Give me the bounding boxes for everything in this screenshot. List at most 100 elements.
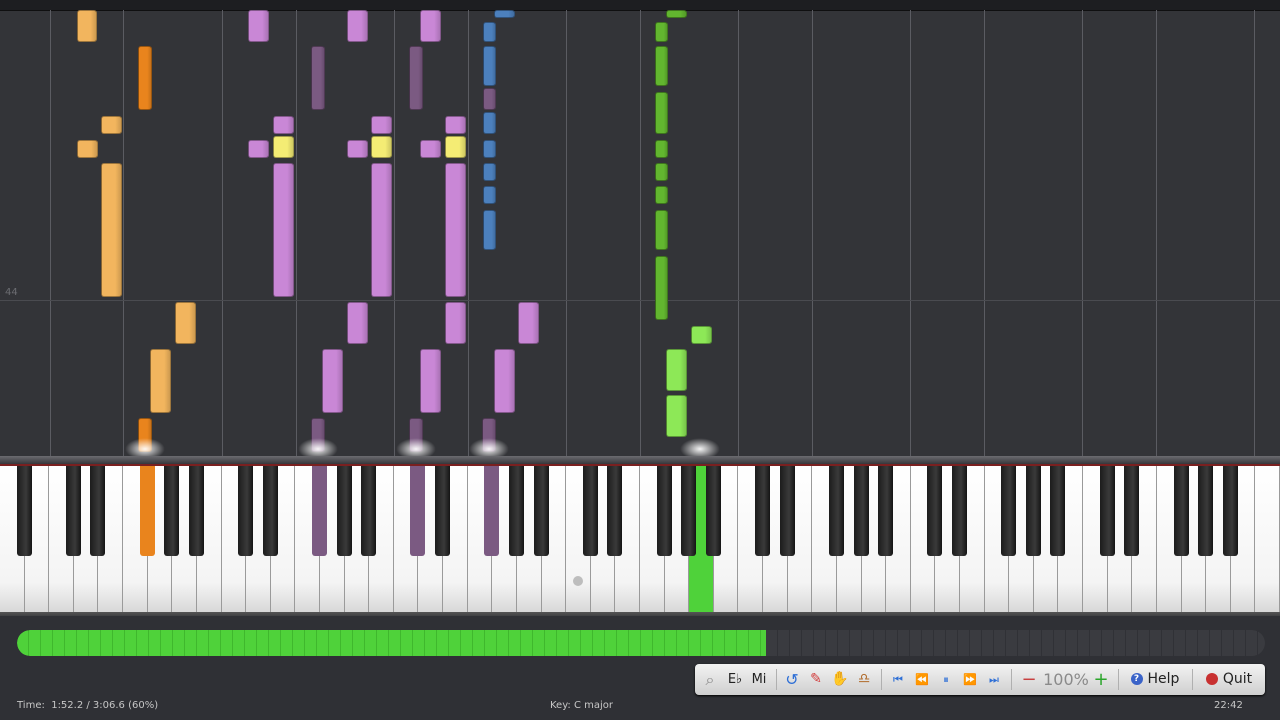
black-key[interactable]: [705, 466, 721, 556]
falling-note: [666, 395, 687, 437]
falling-note: [655, 92, 668, 134]
black-key[interactable]: [779, 466, 795, 556]
falling-note: [483, 22, 496, 42]
keyboard-marker-dot: [573, 576, 583, 586]
falling-note: [311, 46, 325, 110]
grid-line: [1156, 10, 1157, 456]
black-key[interactable]: [656, 466, 672, 556]
falling-note: [691, 326, 712, 344]
grid-line: [296, 10, 297, 456]
rewind-button[interactable]: ⏪: [911, 664, 933, 695]
falling-note: [483, 210, 496, 250]
falling-note: [101, 163, 122, 297]
grid-line: [910, 10, 911, 456]
pressed-black-key[interactable]: [410, 466, 426, 556]
grid-line: [1254, 10, 1255, 456]
black-key[interactable]: [16, 466, 32, 556]
black-key[interactable]: [828, 466, 844, 556]
black-key[interactable]: [336, 466, 352, 556]
piano-keyboard[interactable]: [0, 466, 1280, 614]
pressed-black-key[interactable]: [484, 466, 500, 556]
falling-note: [483, 112, 496, 134]
falling-note: [409, 46, 423, 110]
black-key[interactable]: [607, 466, 623, 556]
quit-label: Quit: [1222, 671, 1253, 687]
falling-note: [445, 163, 466, 297]
pressed-black-key[interactable]: [312, 466, 327, 556]
black-key[interactable]: [927, 466, 943, 556]
falling-note: [273, 116, 294, 134]
black-key[interactable]: [582, 466, 598, 556]
hand-icon[interactable]: ✋: [829, 664, 851, 695]
falling-note: [371, 136, 392, 158]
falling-note: [420, 140, 441, 158]
falling-note: [445, 136, 466, 158]
falling-note: [420, 349, 441, 413]
note-names-button[interactable]: Mi: [747, 664, 771, 695]
black-key[interactable]: [65, 466, 81, 556]
black-key[interactable]: [361, 466, 377, 556]
black-key[interactable]: [164, 466, 180, 556]
help-button[interactable]: ? Help: [1125, 664, 1185, 695]
black-key[interactable]: [508, 466, 524, 556]
skip-start-button[interactable]: ⏮: [887, 664, 909, 695]
measure-line: [0, 300, 1280, 301]
skip-end-button[interactable]: ⏭: [983, 664, 1005, 695]
falling-note: [494, 10, 515, 18]
black-key[interactable]: [1198, 466, 1214, 556]
falling-note: [322, 349, 343, 413]
black-key[interactable]: [952, 466, 967, 556]
speed-increase-button[interactable]: +: [1091, 664, 1111, 695]
black-key[interactable]: [1001, 466, 1017, 556]
black-key[interactable]: [262, 466, 278, 556]
pencil-icon[interactable]: ✎: [805, 664, 827, 695]
falling-note: [483, 88, 496, 110]
grid-line: [468, 10, 469, 456]
falling-note: [138, 46, 152, 110]
black-key[interactable]: [755, 466, 771, 556]
falling-note: [77, 140, 98, 158]
black-key[interactable]: [1173, 466, 1189, 556]
falling-note: [666, 10, 687, 18]
black-key[interactable]: [238, 466, 254, 556]
black-key[interactable]: [435, 466, 451, 556]
song-progress-fill: [17, 630, 766, 656]
falling-note: [655, 256, 668, 320]
pressed-black-key[interactable]: [139, 466, 155, 556]
black-key[interactable]: [1025, 466, 1041, 556]
black-key[interactable]: [1124, 466, 1140, 556]
grid-line: [566, 10, 567, 456]
metronome-icon[interactable]: ♎: [853, 664, 875, 695]
grid-line: [738, 10, 739, 456]
black-key[interactable]: [853, 466, 869, 556]
falling-note: [248, 140, 269, 158]
song-progress-bar[interactable]: [17, 630, 1265, 656]
black-key[interactable]: [1222, 466, 1238, 556]
black-key[interactable]: [1050, 466, 1066, 556]
black-key[interactable]: [1099, 466, 1115, 556]
black-key[interactable]: [188, 466, 204, 556]
falling-note: [347, 10, 368, 42]
loop-icon[interactable]: ↺: [781, 664, 803, 695]
pause-button[interactable]: ⏸: [935, 664, 957, 695]
falling-note: [655, 140, 668, 158]
help-label: Help: [1147, 671, 1180, 687]
key-signature-text: Key: C major: [550, 700, 613, 711]
falling-note: [483, 163, 496, 181]
quit-button[interactable]: Quit: [1198, 664, 1260, 695]
falling-note: [420, 10, 441, 42]
black-key[interactable]: [681, 466, 697, 556]
black-key[interactable]: [533, 466, 549, 556]
speed-decrease-button[interactable]: −: [1019, 664, 1039, 695]
falling-note: [371, 163, 392, 297]
fast-forward-button[interactable]: ⏩: [959, 664, 981, 695]
falling-note: [494, 349, 515, 413]
black-key[interactable]: [878, 466, 894, 556]
falling-note: [101, 116, 122, 134]
black-key[interactable]: [90, 466, 106, 556]
key-signature-button[interactable]: E♭: [723, 664, 747, 695]
magnifier-icon[interactable]: ⌕: [699, 664, 721, 695]
white-key[interactable]: [1255, 466, 1280, 612]
help-icon: ?: [1130, 673, 1143, 685]
falling-note: [150, 349, 171, 413]
